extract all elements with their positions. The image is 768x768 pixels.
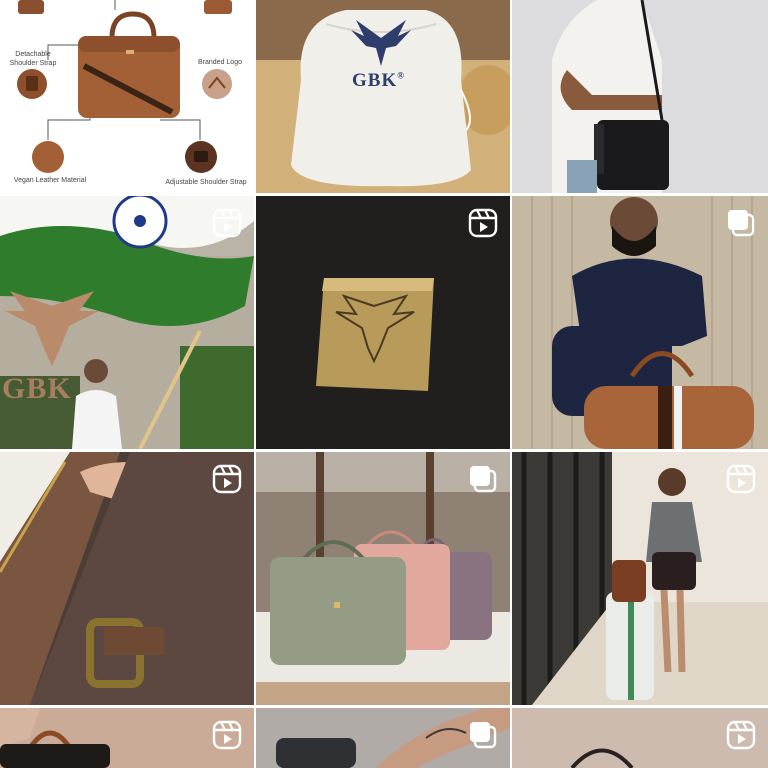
dust-bag-image [256,0,510,193]
post-tile-dust-bag[interactable]: GBK® [256,0,510,193]
post-tile-gold-logo[interactable] [256,196,510,449]
reel-icon [468,208,498,238]
label-branded-logo: Branded Logo [198,59,242,66]
wall-sign-text: GBK [2,372,72,405]
post-tile-crossbody-man[interactable] [512,0,768,193]
label-detachable-strap: Detachable Shoulder Strap [9,51,57,67]
post-tile-duffel-man[interactable] [512,196,768,449]
reel-icon [212,464,242,494]
bag-features-image [17,0,232,173]
post-tile-tattoo-arm[interactable] [256,708,510,768]
carousel-icon [726,208,756,238]
dust-bag-brand: GBK® [352,70,405,91]
reel-icon [726,464,756,494]
label-adjustable-strap: Adjustable Shoulder Strap [165,179,247,186]
post-grid: Detachable Shoulder Strap Branded Logo V… [0,0,768,768]
post-tile-flag-founder[interactable]: GBK [0,196,254,449]
label-vegan-leather: Vegan Leather Material [13,177,87,184]
reel-icon [212,208,242,238]
post-tile-tote-handle[interactable] [512,708,768,768]
post-tile-buckle-closeup[interactable] [0,452,254,705]
carousel-icon [468,464,498,494]
reel-icon [212,720,242,750]
post-tile-woman-luggage[interactable] [512,452,768,705]
crossbody-man-image [512,0,768,193]
post-tile-three-bags[interactable] [256,452,510,705]
post-tile-bag-handle[interactable] [0,708,254,768]
post-tile-bag-features[interactable]: Detachable Shoulder Strap Branded Logo V… [0,0,254,193]
reel-icon [726,720,756,750]
carousel-icon [468,720,498,750]
